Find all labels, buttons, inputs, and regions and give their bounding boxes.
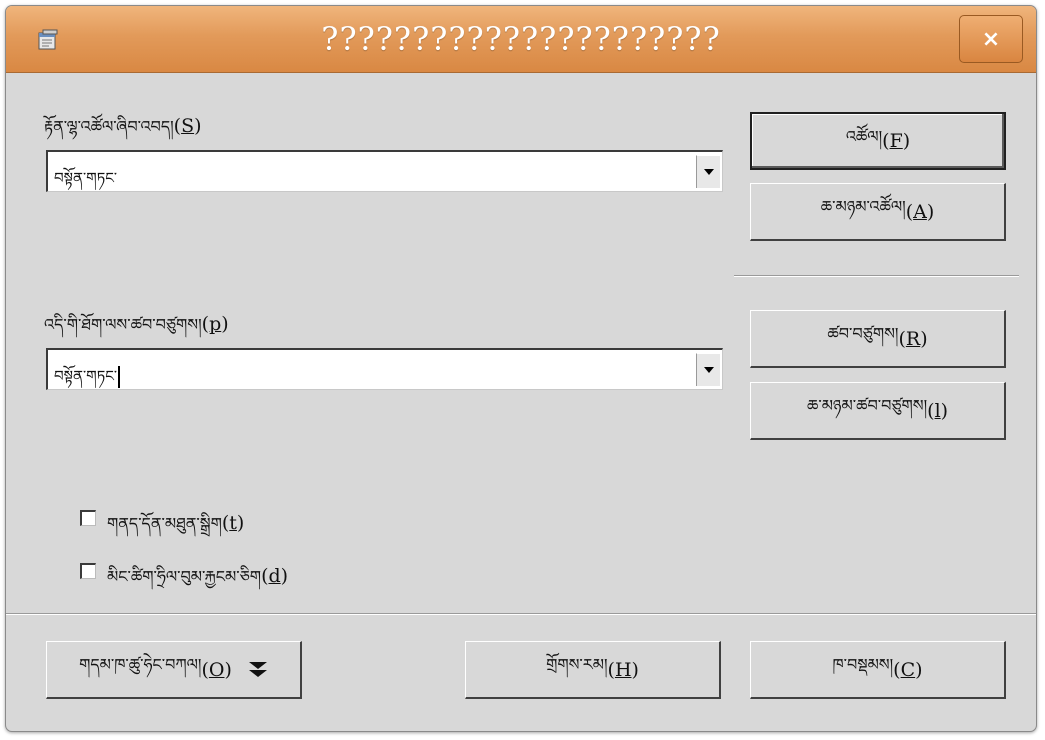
replace-label: འདི་གི་ཐོག་ལས་ཚབ་བཙུགས།(p) bbox=[44, 313, 229, 335]
whole-words-label[interactable]: མིང་ཚིག་ཧྲིལ་བུམ་རྐྱངམ་ཅིག(d) bbox=[107, 559, 288, 604]
close-icon: × bbox=[981, 26, 1001, 52]
match-case-checkbox[interactable] bbox=[80, 510, 96, 526]
help-button[interactable]: གྲོགས་རམ།(H) bbox=[465, 641, 721, 699]
bottom-separator bbox=[6, 613, 1036, 615]
dropdown-arrow-icon bbox=[703, 168, 714, 175]
replace-button[interactable]: ཚབ་བཙུགས།(R) bbox=[750, 310, 1006, 368]
find-replace-dialog: ?????????????????????? × རྟོན་ལྷ་འཚོལ་ཞི… bbox=[5, 5, 1037, 732]
replace-dropdown-button[interactable] bbox=[696, 353, 720, 386]
search-input[interactable]: བསྟོན་གཏང་ bbox=[54, 162, 117, 204]
title-bar[interactable]: ?????????????????????? × bbox=[6, 6, 1036, 73]
match-case-label[interactable]: གནད་དོན་མཐུན་སྒྲིག(t) bbox=[107, 506, 244, 551]
find-button[interactable]: འཚོལ།(F) bbox=[750, 112, 1006, 170]
more-options-button[interactable]: གདམ་ཁ་ཚུ་ཧེང་བཀལ།(O) bbox=[46, 641, 302, 699]
window-title: ?????????????????????? bbox=[321, 20, 721, 58]
replace-combobox[interactable]: བསྟོན་གཏང་ bbox=[46, 348, 723, 390]
whole-words-checkbox[interactable] bbox=[80, 563, 96, 579]
right-separator bbox=[734, 275, 1019, 277]
dropdown-arrow-icon bbox=[703, 366, 714, 373]
search-label: རྟོན་ལྷ་འཚོལ་ཞིབ་འབད།(S) bbox=[44, 115, 202, 137]
close-window-button[interactable]: × bbox=[959, 15, 1023, 63]
search-combobox[interactable]: བསྟོན་གཏང་ bbox=[46, 150, 723, 192]
text-cursor bbox=[118, 366, 121, 388]
replace-input[interactable]: བསྟོན་གཏང་ bbox=[54, 360, 121, 402]
close-button[interactable]: ཁ་བསྡམས།(C) bbox=[750, 641, 1006, 699]
app-window-icon bbox=[36, 28, 60, 52]
search-dropdown-button[interactable] bbox=[696, 155, 720, 188]
double-chevron-down-icon bbox=[248, 660, 268, 680]
find-all-button[interactable]: ཆ་མཉམ་འཚོལ།(A) bbox=[750, 183, 1006, 241]
replace-all-button[interactable]: ཆ་མཉམ་ཚབ་བཙུགས།(l) bbox=[750, 382, 1006, 440]
